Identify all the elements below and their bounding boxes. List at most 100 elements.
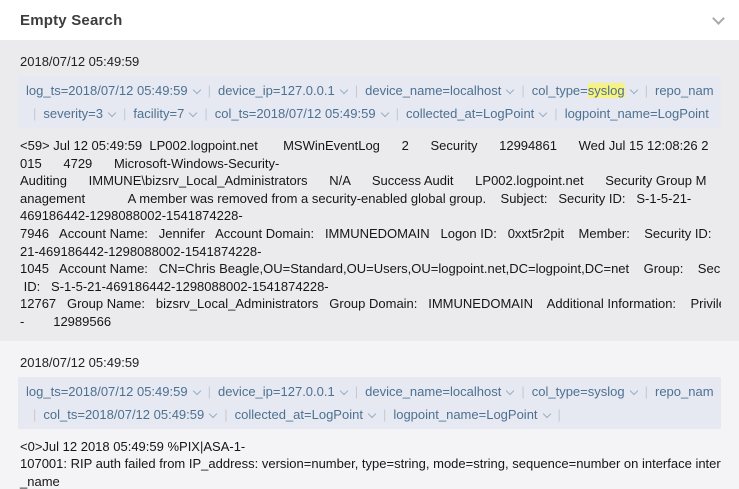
log-message-line: 7946 Account Name: Jennifer Account Doma… bbox=[18, 225, 721, 243]
log-message: <0>Jul 12 2018 05:49:59 %PIX|ASA-1-10700… bbox=[18, 438, 721, 489]
chevron-down-icon[interactable] bbox=[368, 409, 376, 417]
tag-value: 2018/07/12 05:49:59 bbox=[256, 106, 375, 121]
log-field-tag[interactable]: log_ts=2018/07/12 05:49:59 bbox=[26, 384, 201, 399]
chevron-down-icon[interactable] bbox=[712, 12, 725, 25]
log-field-tag[interactable]: device_name=localhost bbox=[365, 83, 514, 98]
chevron-down-icon[interactable] bbox=[380, 109, 388, 117]
tag-value: LogPoint bbox=[658, 106, 709, 121]
log-field-tag[interactable]: col_ts=2018/07/12 05:49:59 bbox=[215, 106, 389, 121]
log-entry: 2018/07/12 05:49:59 log_ts=2018/07/12 05… bbox=[0, 341, 739, 489]
tag-separator: | bbox=[208, 384, 211, 399]
tag-value: 127.0.0.1 bbox=[281, 384, 335, 399]
tag-value: 2018/07/12 05:49:59 bbox=[85, 407, 204, 422]
log-field-tag[interactable]: repo_name=_logpoint bbox=[655, 384, 713, 399]
tag-separator: | bbox=[355, 384, 358, 399]
tag-value: 2018/07/12 05:49:59 bbox=[68, 83, 187, 98]
chevron-down-icon[interactable] bbox=[192, 86, 200, 94]
chevron-down-icon[interactable] bbox=[339, 386, 347, 394]
log-field-tag[interactable]: severity=3 bbox=[43, 106, 116, 121]
tag-value: 2018/07/12 05:49:59 bbox=[68, 384, 187, 399]
tag-key: device_name= bbox=[365, 83, 450, 98]
log-field-tag[interactable]: collected_at=LogPoint bbox=[235, 407, 376, 422]
log-message-line: 21-469186442-1298088002-1541874228- bbox=[18, 243, 721, 261]
log-field-tag[interactable]: logpoint_name=LogPoint bbox=[393, 407, 550, 422]
tag-separator: | bbox=[33, 407, 36, 422]
log-message-line: _name bbox=[18, 473, 721, 489]
tag-value: localhost bbox=[450, 83, 501, 98]
chevron-down-icon[interactable] bbox=[542, 409, 550, 417]
tag-separator: | bbox=[521, 384, 524, 399]
log-timestamp: 2018/07/12 05:49:59 bbox=[18, 355, 721, 370]
log-field-tag[interactable]: log_ts=2018/07/12 05:49:59 bbox=[26, 83, 201, 98]
tag-value: localhost bbox=[450, 384, 501, 399]
tag-key: log_ts= bbox=[26, 83, 68, 98]
tag-separator: | bbox=[383, 407, 386, 422]
log-message-line: <59> Jul 12 05:49:59 LP002.logpoint.net … bbox=[18, 137, 721, 155]
tag-separator: | bbox=[554, 106, 557, 121]
log-message-line: anagement A member was removed from a se… bbox=[18, 190, 721, 208]
tag-rows: log_ts=2018/07/12 05:49:59|device_ip=127… bbox=[18, 377, 721, 429]
tag-separator: | bbox=[396, 106, 399, 121]
log-field-tag[interactable]: collected_at=LogPoint bbox=[406, 106, 547, 121]
log-field-tag[interactable]: col_type=syslog bbox=[532, 384, 638, 399]
tag-separator: | bbox=[123, 106, 126, 121]
chevron-down-icon[interactable] bbox=[629, 86, 637, 94]
chevron-down-icon[interactable] bbox=[629, 386, 637, 394]
tag-value: syslog bbox=[588, 83, 625, 98]
tag-key: collected_at= bbox=[235, 407, 312, 422]
tag-row: log_ts=2018/07/12 05:49:59 | device_ip=127… bbox=[26, 79, 713, 102]
tag-key: repo_name= bbox=[655, 384, 713, 399]
log-message-line: 107001: RIP auth failed from IP_address:… bbox=[18, 455, 721, 473]
tag-row: log_ts=2018/07/12 05:49:59 | device_ip=127… bbox=[26, 380, 713, 403]
chevron-down-icon[interactable] bbox=[339, 86, 347, 94]
tag-value: syslog bbox=[588, 384, 625, 399]
log-timestamp: 2018/07/12 05:49:59 bbox=[18, 54, 721, 69]
tag-rows: log_ts=2018/07/12 05:49:59|device_ip=127… bbox=[18, 76, 721, 128]
tag-separator: | bbox=[224, 407, 227, 422]
tag-key: severity= bbox=[43, 106, 95, 121]
chevron-down-icon[interactable] bbox=[192, 386, 200, 394]
chevron-down-icon[interactable] bbox=[539, 109, 547, 117]
tag-key: device_ip= bbox=[218, 384, 281, 399]
tag-value: LogPoint bbox=[486, 407, 537, 422]
chevron-down-icon[interactable] bbox=[506, 86, 514, 94]
log-field-tag[interactable]: col_ts=2018/07/12 05:49:59 bbox=[43, 407, 217, 422]
tag-key: log_ts= bbox=[26, 384, 68, 399]
log-entry: 2018/07/12 05:49:59 log_ts=2018/07/12 05… bbox=[0, 40, 739, 341]
tag-separator: | bbox=[558, 407, 561, 422]
panel-title: Empty Search bbox=[20, 12, 122, 29]
tag-separator: | bbox=[204, 106, 207, 121]
log-field-tag[interactable]: device_ip=127.0.0.1 bbox=[218, 83, 348, 98]
tag-key: col_ts= bbox=[43, 407, 85, 422]
chevron-down-icon[interactable] bbox=[209, 409, 217, 417]
tag-key: device_name= bbox=[365, 384, 450, 399]
tag-separator: | bbox=[645, 83, 648, 98]
log-message-line: - 12989566 bbox=[18, 313, 721, 331]
tag-key: col_type= bbox=[532, 83, 588, 98]
chevron-down-icon[interactable] bbox=[189, 109, 197, 117]
tag-value: LogPoint bbox=[483, 106, 534, 121]
log-message-line: ID: S-1-5-21-469186442-1298088002-154187… bbox=[18, 278, 721, 296]
log-message-line: 015 4729 Microsoft-Windows-Security- bbox=[18, 155, 721, 173]
tag-value: LogPoint bbox=[312, 407, 363, 422]
tag-separator: | bbox=[521, 83, 524, 98]
log-field-tag[interactable]: repo_name=_logpoint bbox=[655, 83, 713, 98]
tag-separator: | bbox=[645, 384, 648, 399]
tag-value: 3 bbox=[96, 106, 103, 121]
tag-key: col_ts= bbox=[215, 106, 257, 121]
tag-key: repo_name= bbox=[655, 83, 713, 98]
tag-key: collected_at= bbox=[406, 106, 483, 121]
log-field-tag[interactable]: device_name=localhost bbox=[365, 384, 514, 399]
log-field-tag[interactable]: logpoint_name=LogPoint bbox=[565, 106, 713, 121]
chevron-down-icon[interactable] bbox=[108, 109, 116, 117]
log-field-tag[interactable]: facility=7 bbox=[133, 106, 197, 121]
log-entries: 2018/07/12 05:49:59 log_ts=2018/07/12 05… bbox=[0, 40, 739, 489]
log-field-tag[interactable]: device_ip=127.0.0.1 bbox=[218, 384, 348, 399]
tag-key: device_ip= bbox=[218, 83, 281, 98]
chevron-down-icon[interactable] bbox=[506, 386, 514, 394]
tag-key: logpoint_name= bbox=[393, 407, 486, 422]
log-message-line: 469186442-1298088002-1541874228- bbox=[18, 207, 721, 225]
panel-header: Empty Search bbox=[0, 0, 739, 40]
tag-key: logpoint_name= bbox=[565, 106, 658, 121]
log-field-tag[interactable]: col_type=syslog bbox=[532, 83, 638, 98]
